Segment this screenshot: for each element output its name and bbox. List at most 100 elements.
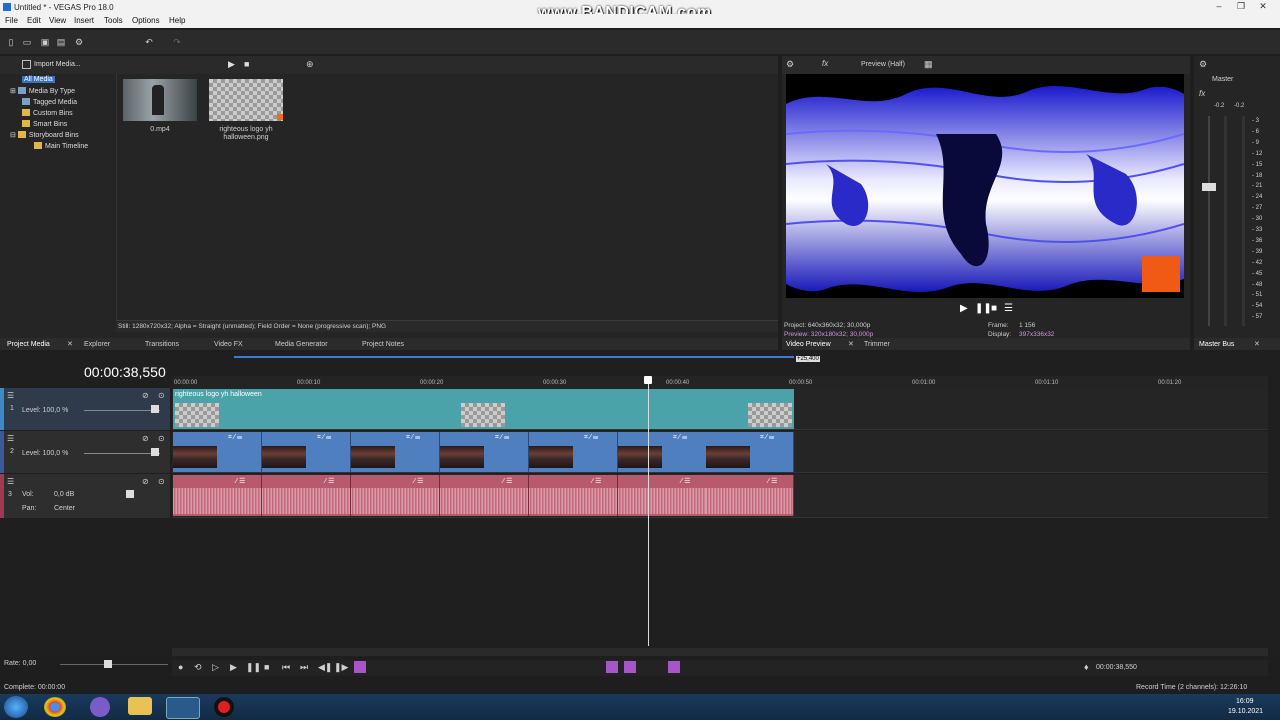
track-header-3[interactable]: ☰ 3 Vol: 0,0 dB Pan: Center ⊘ ⊙ bbox=[0, 474, 170, 518]
lock-envelope-icon[interactable] bbox=[668, 661, 680, 673]
vegas-taskbar-icon[interactable] bbox=[166, 697, 200, 719]
media-file-image[interactable]: righteous logo yh halloween.png bbox=[207, 79, 285, 159]
tab-master-bus[interactable]: Master Bus bbox=[1199, 341, 1234, 348]
rate-slider[interactable] bbox=[60, 664, 168, 665]
tab-trimmer[interactable]: Trimmer bbox=[864, 341, 890, 348]
audio-clip[interactable]: ⁄ ☰ bbox=[173, 475, 262, 516]
edit-tool-icon[interactable] bbox=[354, 661, 366, 673]
audio-clip[interactable]: ⁄ ☰ bbox=[440, 475, 529, 516]
video-clip[interactable]: ⌗ ⁄ ☰ bbox=[618, 432, 707, 472]
play-media-icon[interactable]: ▶ bbox=[228, 59, 235, 70]
clip-fx-icons[interactable]: ⁄ ☰ bbox=[236, 477, 245, 485]
tree-smart-bins[interactable]: Smart Bins bbox=[22, 120, 67, 128]
redo-icon[interactable]: ↷ bbox=[172, 37, 182, 47]
level-slider[interactable] bbox=[84, 453, 160, 454]
track-header-1[interactable]: ☰ 1 Level: 100,0 % ⊘ ⊙ bbox=[0, 388, 170, 430]
vol-slider-handle[interactable] bbox=[126, 490, 134, 498]
menu-insert[interactable]: Insert bbox=[74, 16, 94, 25]
clip-fx-icons[interactable]: ⁄ ☰ bbox=[414, 477, 423, 485]
mute-icon[interactable]: ⊘ bbox=[142, 477, 149, 486]
track-header-2[interactable]: ☰ 2 Level: 100,0 % ⊘ ⊙ bbox=[0, 431, 170, 473]
tab-close-icon[interactable]: ✕ bbox=[848, 340, 854, 348]
viber-icon[interactable] bbox=[90, 697, 110, 717]
solo-icon[interactable]: ⊙ bbox=[158, 391, 165, 400]
tab-close-icon[interactable]: ✕ bbox=[1254, 340, 1260, 348]
tree-all-media[interactable]: All Media bbox=[22, 76, 55, 83]
maximize-button[interactable]: ❐ bbox=[1232, 1, 1250, 12]
menu-file[interactable]: File bbox=[5, 16, 18, 25]
mute-icon[interactable]: ⊘ bbox=[142, 391, 149, 400]
level-slider-handle[interactable] bbox=[151, 448, 159, 456]
tree-main-timeline[interactable]: Main Timeline bbox=[34, 142, 88, 150]
audio-clip[interactable]: ⁄ ☰ bbox=[262, 475, 351, 516]
go-to-start-icon[interactable]: ⏮ bbox=[282, 662, 290, 673]
media-file-video[interactable]: 0.mp4 bbox=[122, 79, 198, 159]
save-icon[interactable]: ▣ bbox=[40, 37, 50, 47]
clip-fx-icons[interactable]: ⌗ ⁄ ☰ bbox=[228, 434, 242, 442]
mute-icon[interactable]: ⊘ bbox=[142, 434, 149, 443]
loop-icon[interactable]: ⟲ bbox=[194, 662, 202, 673]
go-to-end-icon[interactable]: ⏭ bbox=[300, 662, 308, 673]
level-slider[interactable] bbox=[84, 410, 160, 411]
level-slider-handle[interactable] bbox=[151, 405, 159, 413]
audio-clip[interactable]: ⁄ ☰ bbox=[618, 475, 707, 516]
clip-fx-icons[interactable]: ⌗ ⁄ ☰ bbox=[406, 434, 420, 442]
stop-media-icon[interactable]: ■ bbox=[244, 59, 249, 69]
tree-custom-bins[interactable]: Custom Bins bbox=[22, 109, 73, 117]
video-clip[interactable]: ⌗ ⁄ ☰ bbox=[262, 432, 351, 472]
clip-fx-icons[interactable]: ⌗ ⁄ ☰ bbox=[317, 434, 331, 442]
playhead-marker[interactable] bbox=[644, 376, 652, 384]
zoom-icon[interactable]: ⊕ bbox=[306, 59, 314, 70]
solo-icon[interactable]: ⊙ bbox=[158, 477, 165, 486]
clip-fx-icons[interactable]: ⌗ ⁄ ☰ bbox=[584, 434, 598, 442]
solo-icon[interactable]: ⊙ bbox=[158, 434, 165, 443]
start-button[interactable] bbox=[4, 696, 28, 718]
audio-clip[interactable]: ⁄ ☰ bbox=[529, 475, 618, 516]
tree-storyboard-bins[interactable]: ⊟ Storyboard Bins bbox=[10, 131, 79, 139]
preview-play-button[interactable]: ▶ bbox=[960, 303, 968, 314]
clip-fx-icons[interactable]: ⁄ ☰ bbox=[503, 477, 512, 485]
next-frame-icon[interactable]: ❚▶ bbox=[334, 662, 348, 673]
rate-slider-handle[interactable] bbox=[104, 660, 112, 668]
import-media-button[interactable]: Import Media... bbox=[34, 61, 81, 68]
clip-fx-icons[interactable]: ⌗ ⁄ ☰ bbox=[760, 434, 774, 442]
minimize-button[interactable]: – bbox=[1210, 1, 1228, 12]
audio-clip[interactable]: ⁄ ☰ bbox=[706, 475, 794, 516]
undo-icon[interactable]: ↶ bbox=[144, 37, 154, 47]
preview-menu-button[interactable]: ☰ bbox=[1004, 303, 1013, 314]
logo-clip[interactable]: righteous logo yh halloween bbox=[173, 389, 794, 429]
play-from-start-icon[interactable]: ▷ bbox=[212, 662, 219, 673]
import-icon[interactable] bbox=[22, 60, 31, 69]
explorer-icon[interactable] bbox=[128, 697, 152, 715]
clip-fx-icons[interactable]: ⌗ ⁄ ☰ bbox=[495, 434, 509, 442]
timeline-hscroll[interactable] bbox=[172, 648, 1268, 656]
video-fx-icon[interactable]: fx bbox=[822, 59, 828, 68]
tab-video-fx[interactable]: Video FX bbox=[214, 341, 243, 348]
tree-tagged-media[interactable]: Tagged Media bbox=[22, 98, 77, 106]
track-menu-icon[interactable]: ☰ bbox=[7, 477, 14, 486]
tab-close-icon[interactable]: ✕ bbox=[67, 340, 73, 348]
tree-media-by-type[interactable]: ⊞ Media By Type bbox=[10, 87, 75, 95]
video-clip[interactable]: ⌗ ⁄ ☰ bbox=[351, 432, 440, 472]
pause-icon[interactable]: ❚❚ bbox=[246, 662, 261, 673]
video-clip[interactable]: ⌗ ⁄ ☰ bbox=[173, 432, 262, 472]
video-clip[interactable]: ⌗ ⁄ ☰ bbox=[706, 432, 794, 472]
menu-tools[interactable]: Tools bbox=[104, 16, 123, 25]
tab-project-media[interactable]: Project Media bbox=[7, 341, 50, 348]
clip-fx-icons[interactable]: ⌗ ⁄ ☰ bbox=[673, 434, 687, 442]
properties-icon[interactable]: ⚙ bbox=[74, 37, 84, 47]
clip-fx-icons[interactable]: ⁄ ☰ bbox=[768, 477, 777, 485]
tab-transitions[interactable]: Transitions bbox=[145, 341, 179, 348]
preview-stop-button[interactable]: ■ bbox=[991, 303, 997, 314]
menu-options[interactable]: Options bbox=[132, 16, 160, 25]
preview-quality-dropdown[interactable]: Preview (Half) bbox=[861, 61, 905, 68]
grid-icon[interactable]: ▦ bbox=[924, 59, 933, 70]
snap-icon[interactable] bbox=[606, 661, 618, 673]
master-settings-icon[interactable]: ⚙ bbox=[1199, 59, 1207, 70]
master-fader-handle[interactable] bbox=[1202, 183, 1216, 191]
tab-video-preview[interactable]: Video Preview bbox=[786, 341, 831, 348]
menu-view[interactable]: View bbox=[49, 16, 66, 25]
menu-edit[interactable]: Edit bbox=[27, 16, 41, 25]
tab-media-generator[interactable]: Media Generator bbox=[275, 341, 328, 348]
tab-explorer[interactable]: Explorer bbox=[84, 341, 110, 348]
